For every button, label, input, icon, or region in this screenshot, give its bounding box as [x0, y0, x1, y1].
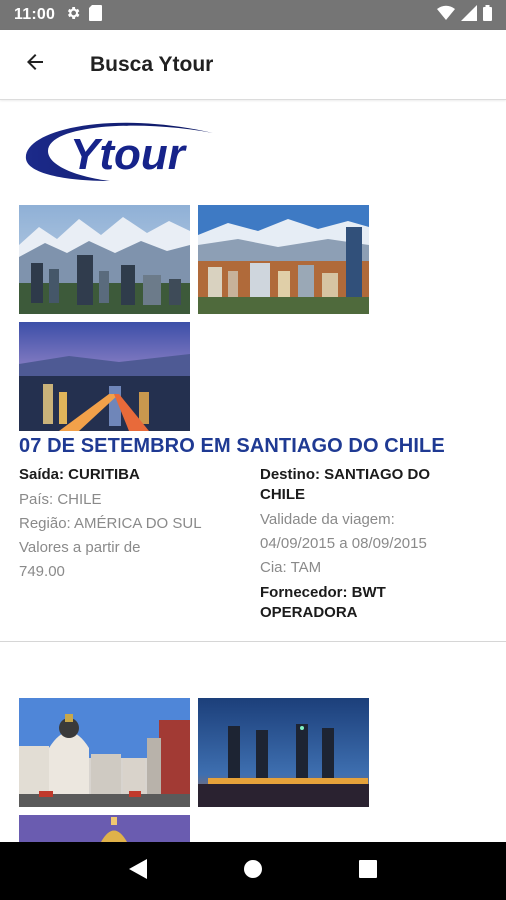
gear-icon — [65, 5, 81, 26]
battery-icon — [483, 4, 492, 26]
logo-text: Ytour — [70, 130, 188, 179]
nav-back-button[interactable] — [118, 851, 158, 891]
listing-divider — [0, 641, 506, 642]
supplier-line1: Fornecedor: BWT — [260, 584, 386, 601]
listing-title[interactable]: 07 DE SETEMBRO EM SANTIAGO DO CHILE — [19, 435, 445, 458]
airline: Cia: TAM — [260, 559, 322, 576]
listing-info-left: Saída: CURITIBA País: CHILE Região: AMÉR… — [19, 465, 249, 584]
ytour-logo: Ytour — [18, 111, 223, 186]
back-button[interactable] — [0, 30, 70, 100]
nav-home-button[interactable] — [233, 851, 273, 891]
back-triangle-icon — [128, 858, 147, 884]
departure-city: Saída: CURITIBA — [19, 466, 140, 483]
santiago-night-photo[interactable] — [19, 322, 190, 431]
madrid-towers-night-photo[interactable] — [198, 698, 369, 807]
price-value: 749.00 — [19, 563, 65, 580]
destination-line1: Destino: SANTIAGO DO — [260, 466, 431, 483]
country: País: CHILE — [19, 491, 102, 508]
arrow-back-icon — [23, 50, 47, 79]
madrid-building-photo[interactable] — [19, 698, 190, 807]
santiago-mountains-photo[interactable] — [19, 205, 190, 314]
status-bar: 11:00 — [0, 0, 506, 30]
sd-card-icon — [89, 4, 103, 26]
santiago-skyline-photo[interactable] — [198, 205, 369, 314]
signal-icon — [461, 4, 477, 26]
supplier-line2: OPERADORA — [260, 604, 358, 621]
destination-line2: CHILE — [260, 486, 305, 503]
nav-recents-button[interactable] — [348, 851, 388, 891]
status-time: 11:00 — [14, 6, 56, 23]
region: Região: AMÉRICA DO SUL — [19, 515, 202, 532]
system-nav-bar — [0, 842, 506, 900]
app-bar: Busca Ytour — [0, 30, 506, 100]
home-circle-icon — [243, 859, 263, 884]
app-screen: 11:00 Busca Ytour Ytour 07 DE SETEMBRO E… — [0, 0, 506, 900]
price-label: Valores a partir de — [19, 539, 141, 556]
validity-label: Validade da viagem: — [260, 511, 395, 528]
listing-info-right: Destino: SANTIAGO DO CHILE Validade da v… — [260, 465, 490, 626]
wifi-icon — [437, 5, 455, 25]
validity-dates: 04/09/2015 a 08/09/2015 — [260, 535, 427, 552]
page-title: Busca Ytour — [90, 52, 214, 76]
recents-square-icon — [359, 859, 378, 883]
purple-dome-photo[interactable] — [19, 815, 190, 842]
results-list[interactable]: Ytour 07 DE SETEMBRO EM SANTIAGO DO CHIL… — [0, 101, 506, 842]
